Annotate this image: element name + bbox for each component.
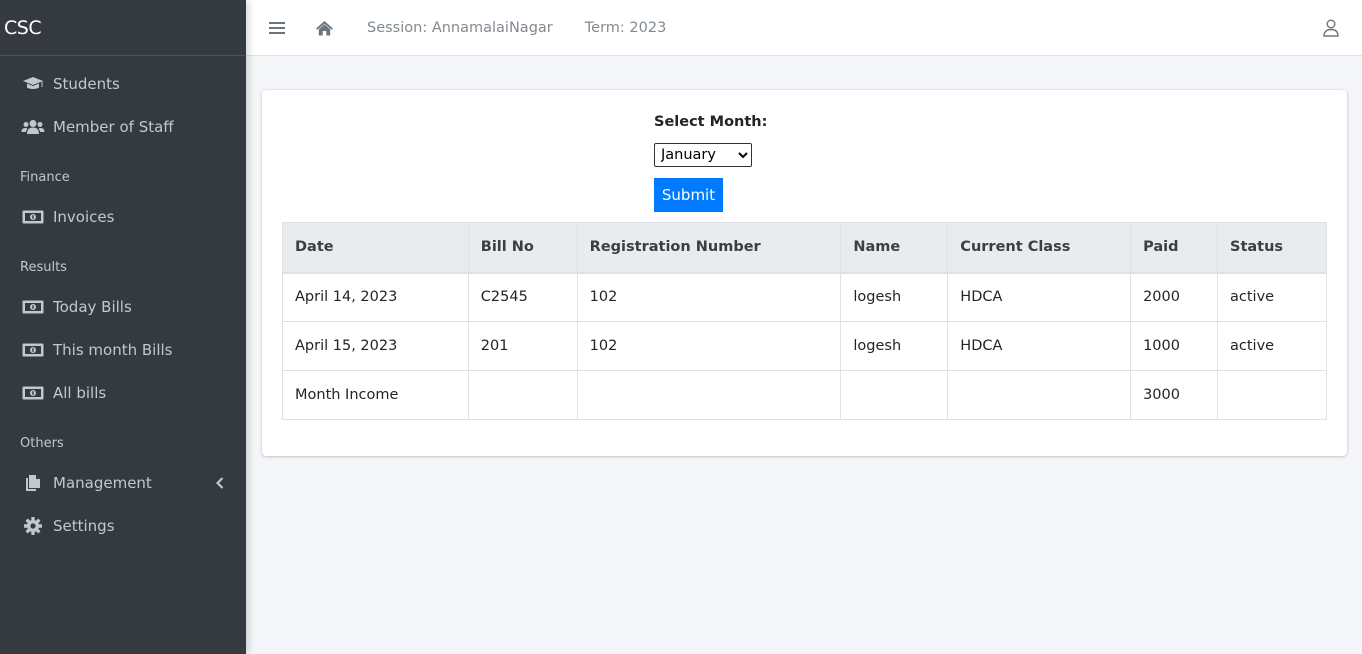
cell-current-class: HDCA xyxy=(947,321,1132,371)
sidebar-item-all-bills[interactable]: All bills xyxy=(0,371,246,414)
users-icon xyxy=(21,117,45,137)
table-row: April 14, 2023 C2545 102 logesh HDCA 200… xyxy=(282,272,1327,322)
app: CSC Students Member of Staff Finance Inv… xyxy=(0,0,1362,654)
sidebar-item-today-bills[interactable]: Today Bills xyxy=(0,285,246,328)
table-row: April 15, 2023 201 102 logesh HDCA 1000 … xyxy=(282,321,1327,371)
cell-name: logesh xyxy=(840,272,949,322)
nav-header-finance: Finance xyxy=(20,169,70,185)
cell-date: April 14, 2023 xyxy=(282,272,469,322)
sidebar-item-member-of-staff[interactable]: Member of Staff xyxy=(0,105,246,148)
column-header-registration-number: Registration Number xyxy=(576,222,842,274)
topbar: Session: AnnamalaiNagar Term: 2023 xyxy=(246,0,1362,56)
cell-status: active xyxy=(1217,272,1327,322)
cell-empty xyxy=(1217,370,1327,420)
graduation-cap-icon xyxy=(21,74,45,94)
cell-status: active xyxy=(1217,321,1327,371)
sidebar-item-settings[interactable]: Settings xyxy=(0,504,246,547)
home-icon[interactable] xyxy=(314,19,334,37)
cell-paid: 1000 xyxy=(1130,321,1219,371)
column-header-bill-no: Bill No xyxy=(467,222,578,274)
money-bill-icon xyxy=(21,383,45,403)
column-header-status: Status xyxy=(1217,222,1327,274)
month-select[interactable]: January xyxy=(654,143,752,167)
sidebar-item-label: This month Bills xyxy=(53,340,173,359)
sidebar-item-label: Management xyxy=(53,473,152,492)
sidebar: CSC Students Member of Staff Finance Inv… xyxy=(0,0,246,654)
cell-name: logesh xyxy=(840,321,949,371)
select-month-label: Select Month: xyxy=(654,114,768,130)
sidebar-item-invoices[interactable]: Invoices xyxy=(0,195,246,238)
user-icon[interactable] xyxy=(1322,19,1340,37)
gear-icon xyxy=(21,516,45,536)
chevron-left-icon xyxy=(216,476,226,490)
cell-registration-number: 102 xyxy=(576,272,842,322)
month-filter-form: Select Month: January Submit xyxy=(654,111,1327,212)
money-bill-icon xyxy=(21,297,45,317)
column-header-date: Date xyxy=(282,222,469,274)
cell-empty xyxy=(467,370,578,420)
column-header-paid: Paid xyxy=(1130,222,1219,274)
cell-empty xyxy=(947,370,1132,420)
cell-date: April 15, 2023 xyxy=(282,321,469,371)
sidebar-item-label: Member of Staff xyxy=(53,117,174,136)
brand-logo[interactable]: CSC xyxy=(0,0,246,56)
sidebar-nav: Students Member of Staff Finance Invoice… xyxy=(0,56,246,547)
cell-paid: 2000 xyxy=(1130,272,1219,322)
main-area: Session: AnnamalaiNagar Term: 2023 Selec… xyxy=(246,0,1362,654)
term-label[interactable]: Term: 2023 xyxy=(585,20,667,36)
sidebar-item-label: All bills xyxy=(53,383,107,402)
column-header-current-class: Current Class xyxy=(947,222,1132,274)
nav-header-results: Results xyxy=(20,259,67,275)
cell-month-income-total: 3000 xyxy=(1130,370,1219,420)
submit-button[interactable]: Submit xyxy=(654,178,723,212)
sidebar-item-label: Students xyxy=(53,74,120,93)
sidebar-item-label: Today Bills xyxy=(53,297,132,316)
cell-bill-no: C2545 xyxy=(467,272,578,322)
cell-current-class: HDCA xyxy=(947,272,1132,322)
money-bill-icon xyxy=(21,340,45,360)
money-bill-icon xyxy=(21,207,45,227)
table-row-total: Month Income 3000 xyxy=(282,370,1327,420)
table-header-row: Date Bill No Registration Number Name Cu… xyxy=(282,222,1327,274)
content: Select Month: January Submit Date Bill N… xyxy=(246,56,1362,456)
session-label[interactable]: Session: AnnamalaiNagar xyxy=(367,20,553,36)
sidebar-item-students[interactable]: Students xyxy=(0,62,246,105)
nav-header-others: Others xyxy=(20,435,64,451)
sidebar-item-management[interactable]: Management xyxy=(0,461,246,504)
sidebar-item-this-month-bills[interactable]: This month Bills xyxy=(0,328,246,371)
sidebar-item-label: Settings xyxy=(53,516,115,535)
column-header-name: Name xyxy=(840,222,949,274)
cell-empty xyxy=(576,370,842,420)
bills-table: Date Bill No Registration Number Name Cu… xyxy=(282,222,1327,420)
cell-month-income-label: Month Income xyxy=(282,370,469,420)
bills-card: Select Month: January Submit Date Bill N… xyxy=(262,90,1347,456)
cell-empty xyxy=(840,370,949,420)
cell-bill-no: 201 xyxy=(467,321,578,371)
cell-registration-number: 102 xyxy=(576,321,842,371)
hamburger-menu-icon[interactable] xyxy=(268,19,286,37)
copy-icon xyxy=(21,473,45,493)
sidebar-item-label: Invoices xyxy=(53,207,115,226)
